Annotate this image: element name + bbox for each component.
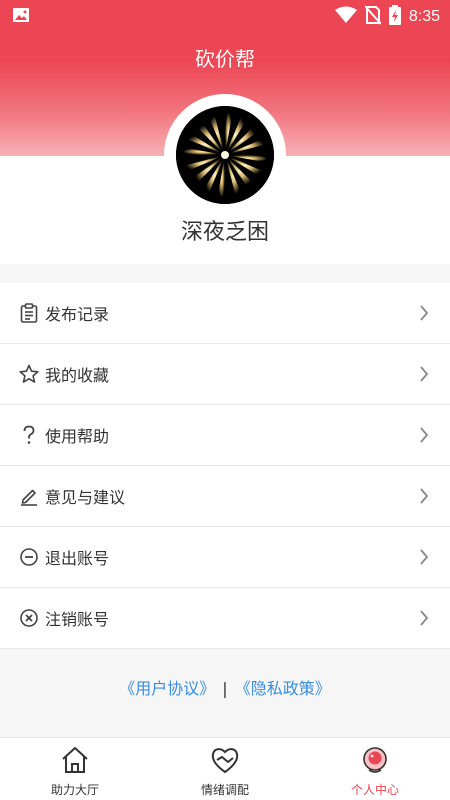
clipboard-icon [19, 303, 39, 323]
close-circle-icon [19, 608, 39, 628]
image-icon [12, 7, 30, 23]
avatar[interactable] [176, 106, 274, 204]
menu-item-publish-records[interactable]: 发布记录 [0, 283, 450, 344]
tab-label: 情绪调配 [200, 783, 249, 797]
question-icon [19, 425, 39, 445]
menu-item-label: 退出账号 [45, 549, 110, 568]
menu-item-help[interactable]: 使用帮助 [0, 405, 450, 466]
menu-item-label: 意见与建议 [45, 488, 126, 507]
chevron-right-icon [418, 547, 430, 567]
bottom-tab-bar: 助力大厅 情绪调配 个人中心 [0, 737, 450, 800]
page-title: 砍价帮 [195, 47, 255, 71]
chevron-right-icon [418, 303, 430, 323]
chevron-right-icon [418, 486, 430, 506]
menu-item-label: 发布记录 [45, 305, 110, 324]
tab-emotion[interactable]: 情绪调配 [150, 738, 300, 800]
tab-label: 个人中心 [350, 783, 399, 797]
link-separator: | [222, 679, 228, 698]
status-time: 8:35 [408, 8, 440, 25]
menu-item-label: 注销账号 [45, 610, 110, 629]
menu-item-label: 我的收藏 [45, 366, 110, 385]
agreement-links: 《用户协议》 | 《隐私政策》 [0, 675, 450, 699]
menu-item-logout[interactable]: 退出账号 [0, 527, 450, 588]
tab-help-hall[interactable]: 助力大厅 [0, 738, 150, 800]
star-icon [19, 364, 39, 384]
user-center-icon [360, 745, 390, 775]
menu-item-feedback[interactable]: 意见与建议 [0, 466, 450, 527]
no-sim-icon [364, 5, 382, 29]
chevron-right-icon [418, 608, 430, 628]
minus-circle-icon [19, 547, 39, 567]
battery-charging-icon [388, 5, 401, 29]
pencil-icon [19, 486, 39, 506]
chevron-right-icon [418, 364, 430, 384]
chevron-right-icon [418, 425, 430, 445]
username: 深夜乏困 [180, 220, 269, 245]
user-agreement-link[interactable]: 《用户协议》 [119, 679, 215, 698]
wifi-icon [334, 6, 357, 28]
privacy-policy-link[interactable]: 《隐私政策》 [235, 679, 331, 698]
menu-item-delete-account[interactable]: 注销账号 [0, 588, 450, 649]
tab-label: 助力大厅 [50, 783, 99, 797]
tab-user-center[interactable]: 个人中心 [300, 738, 450, 800]
menu-item-favorites[interactable]: 我的收藏 [0, 344, 450, 405]
status-bar: 8:35 [0, 0, 450, 32]
heart-hands-icon [210, 745, 240, 775]
menu-list: 发布记录 我的收藏 使用帮助 意见与建议 退出账号 注销账号 [0, 283, 450, 649]
home-icon [60, 745, 90, 775]
menu-item-label: 使用帮助 [45, 427, 110, 446]
